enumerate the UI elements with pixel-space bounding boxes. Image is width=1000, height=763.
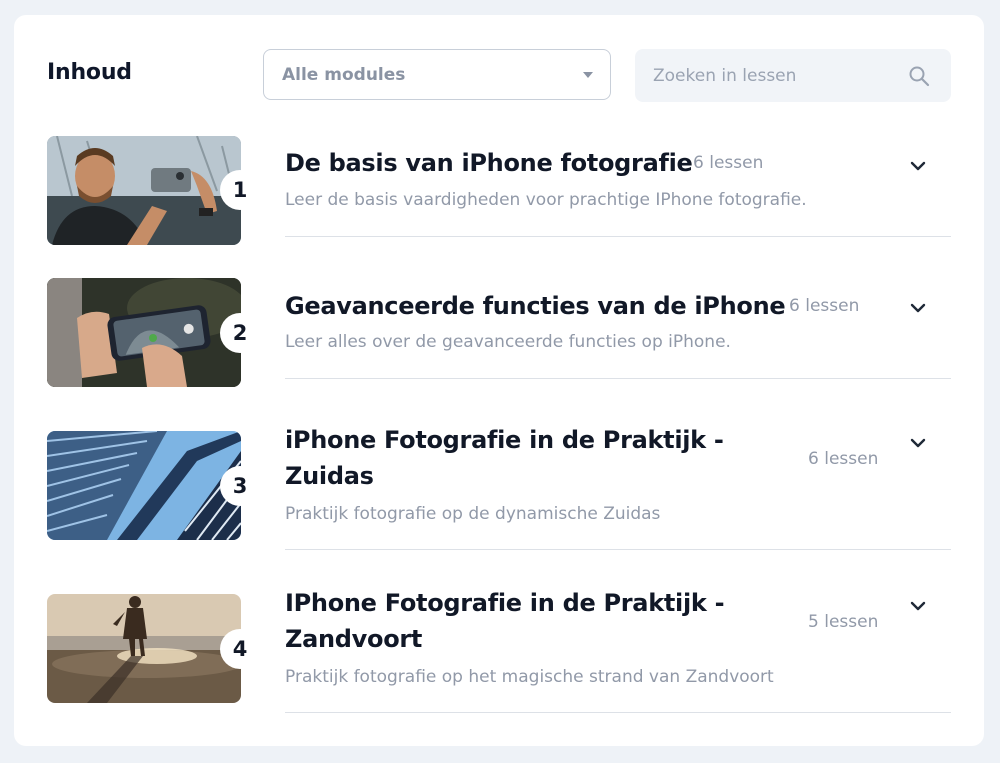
module-divider	[285, 549, 951, 550]
chevron-down-icon[interactable]	[909, 437, 927, 449]
beach-sunset-image	[47, 594, 241, 703]
page-title: Inhoud	[47, 60, 132, 85]
skyscraper-image	[47, 431, 241, 540]
caret-down-icon	[583, 72, 593, 78]
module-divider	[285, 236, 951, 237]
chevron-down-icon[interactable]	[909, 302, 927, 314]
hands-holding-iphone-image	[47, 278, 241, 387]
module-title[interactable]: IPhone Fotografie in de Praktijk - Zandv…	[285, 585, 725, 657]
man-photographing-image	[47, 136, 241, 245]
module-description: Praktijk fotografie op de dynamische Zui…	[285, 504, 661, 524]
search-input[interactable]	[635, 49, 895, 102]
module-thumbnail	[47, 136, 241, 245]
module-title[interactable]: De basis van iPhone fotografie	[285, 145, 693, 181]
module-divider	[285, 712, 951, 713]
chevron-down-icon[interactable]	[909, 600, 927, 612]
module-description: Leer de basis vaardigheden voor prachtig…	[285, 190, 807, 210]
module-thumbnail	[47, 278, 241, 387]
module-lesson-count: 5 lessen	[808, 612, 879, 632]
chevron-down-icon[interactable]	[909, 160, 927, 172]
module-filter-value: Alle modules	[282, 65, 406, 85]
module-number-badge: 2	[220, 313, 260, 353]
module-lesson-count: 6 lessen	[693, 153, 764, 173]
module-number-badge: 1	[220, 170, 260, 210]
module-number-badge: 3	[220, 466, 260, 506]
search-icon[interactable]	[908, 65, 930, 87]
module-divider	[285, 378, 951, 379]
module-title[interactable]: iPhone Fotografie in de Praktijk - Zuida…	[285, 422, 725, 494]
module-filter-select[interactable]: Alle modules	[263, 49, 611, 100]
module-lesson-count: 6 lessen	[808, 449, 879, 469]
module-description: Praktijk fotografie op het magische stra…	[285, 667, 774, 687]
module-thumbnail	[47, 594, 241, 703]
module-number-badge: 4	[220, 629, 260, 669]
search-box[interactable]	[635, 49, 951, 102]
module-description: Leer alles over de geavanceerde functies…	[285, 332, 731, 352]
module-lesson-count: 6 lessen	[789, 296, 860, 316]
module-title[interactable]: Geavanceerde functies van de iPhone	[285, 288, 786, 324]
module-thumbnail	[47, 431, 241, 540]
